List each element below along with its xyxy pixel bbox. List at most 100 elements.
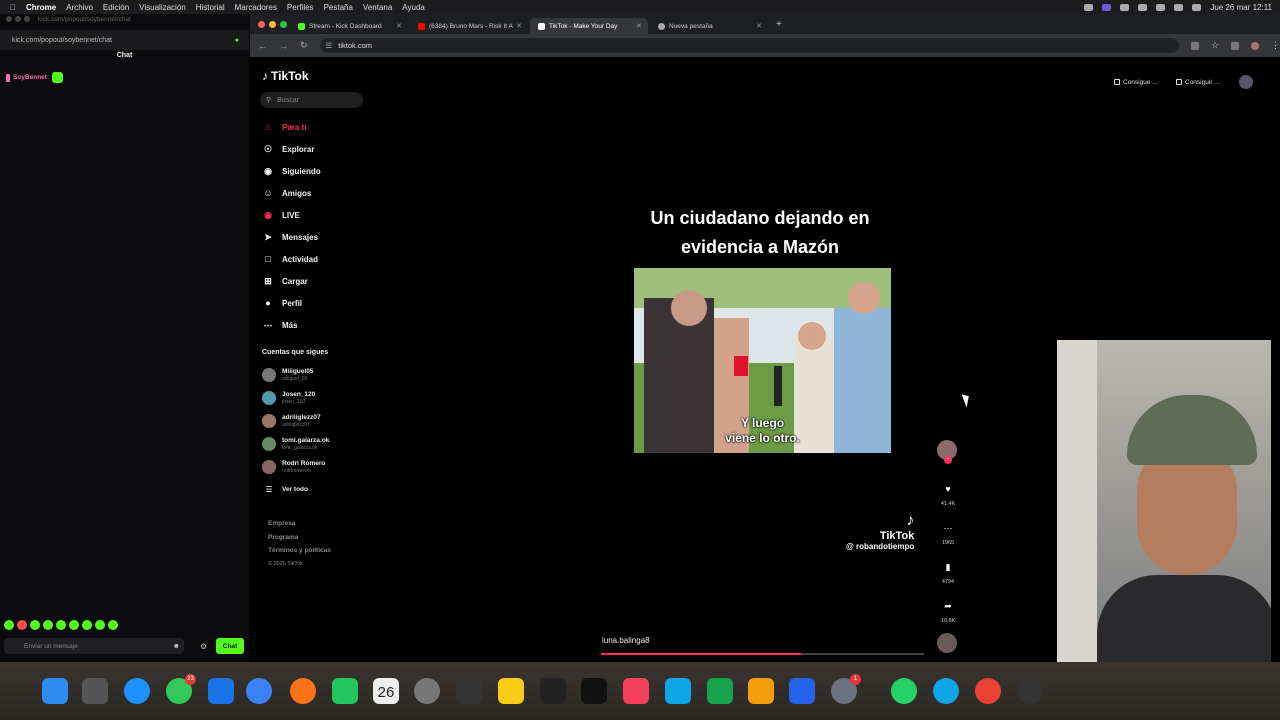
notes-icon[interactable]: [498, 678, 524, 704]
status-stream-icon[interactable]: [1102, 3, 1112, 11]
menu-historial[interactable]: Historial: [196, 3, 225, 12]
mail-icon[interactable]: [208, 678, 234, 704]
nav-explorar[interactable]: ☉ Explorar: [262, 143, 315, 155]
freeform-icon[interactable]: [540, 678, 566, 704]
site-info-icon[interactable]: ☰: [326, 41, 333, 50]
emote-icon[interactable]: [82, 620, 92, 630]
finder-icon[interactable]: [42, 678, 68, 704]
tab-new-tab[interactable]: Nueva pestaña ✕: [650, 18, 768, 34]
comment-icon[interactable]: ⋯: [939, 519, 957, 537]
forward-arrow-icon[interactable]: →: [279, 41, 288, 51]
minimize-window-button[interactable]: [269, 21, 276, 28]
nav-para-ti[interactable]: ⌂ Para ti: [262, 121, 306, 133]
tab-close-icon[interactable]: ✕: [516, 22, 522, 30]
photos-icon[interactable]: [290, 678, 316, 704]
status-battery-icon[interactable]: [1138, 3, 1148, 11]
emote-icon[interactable]: [56, 620, 66, 630]
menu-ventana[interactable]: Ventana: [363, 3, 392, 12]
status-wifi-icon[interactable]: [1156, 3, 1166, 11]
keynote-icon[interactable]: [665, 678, 691, 704]
emote-icon[interactable]: [43, 620, 53, 630]
zoom-window-button[interactable]: [280, 21, 287, 28]
user-avatar[interactable]: [1239, 75, 1253, 89]
bookmark-star-icon[interactable]: ☆: [1211, 40, 1219, 51]
chat-send-button[interactable]: Chat: [216, 638, 244, 654]
status-sync-icon[interactable]: [1120, 3, 1130, 11]
chat-message-input[interactable]: Enviar un mensaje ☻: [4, 638, 184, 654]
chat-username[interactable]: SoyBennet:: [13, 74, 49, 81]
window-close-dot[interactable]: [6, 16, 12, 22]
emoji-icon[interactable]: ☻: [173, 643, 180, 650]
emote-icon[interactable]: [69, 620, 79, 630]
menubar-clock[interactable]: Jue 26 mar 12:11: [1210, 3, 1272, 12]
pages-icon[interactable]: [748, 678, 774, 704]
chrome-menu-icon[interactable]: ⋮: [1271, 40, 1280, 51]
get-coins-button[interactable]: Consigue ...: [1114, 75, 1158, 89]
new-tab-plus-icon[interactable]: +: [776, 19, 782, 30]
menu-ayuda[interactable]: Ayuda: [402, 3, 425, 12]
like-action[interactable]: ♥ 41.4K: [936, 480, 960, 507]
nav-siguiendo[interactable]: ◉ Siguiendo: [262, 165, 321, 177]
heart-icon[interactable]: ♥: [939, 480, 957, 498]
apple-icon[interactable]: : [10, 3, 16, 12]
music-disc-avatar[interactable]: [937, 633, 957, 653]
tab-youtube[interactable]: (6384) Bruno Mars - Risk It A ✕: [410, 18, 528, 34]
nav-perfil[interactable]: ● Perfil: [262, 297, 302, 309]
following-account[interactable]: Rodri Romero rodriromeroo: [262, 460, 325, 474]
comment-action[interactable]: ⋯ 1965: [936, 519, 960, 547]
reminders-icon[interactable]: [456, 678, 482, 704]
video-player[interactable]: Y luego viene lo otro.: [634, 268, 891, 453]
close-window-button[interactable]: [258, 21, 265, 28]
back-arrow-icon[interactable]: ←: [258, 41, 267, 51]
tab-close-icon[interactable]: ✕: [756, 22, 762, 30]
following-account[interactable]: tomi.galarza.ok tomi_galarza.ok: [262, 437, 329, 451]
tab-close-icon[interactable]: ✕: [636, 22, 642, 30]
status-camera-icon[interactable]: [1084, 3, 1094, 11]
tiktok-logo[interactable]: ♪ TikTok: [262, 69, 309, 83]
menu-pestana[interactable]: Pestaña: [324, 3, 353, 12]
following-account[interactable]: Josen_120 josen_120: [262, 391, 315, 405]
emote-icon[interactable]: [95, 620, 105, 630]
video-username[interactable]: luna.balinga8: [602, 636, 650, 645]
app-store-icon[interactable]: [789, 678, 815, 704]
nav-actividad[interactable]: □ Actividad: [262, 253, 318, 265]
extensions-icon[interactable]: [1231, 41, 1240, 50]
nav-cargar[interactable]: ⊞ Cargar: [262, 275, 308, 287]
menu-perfiles[interactable]: Perfiles: [287, 3, 314, 12]
chat-settings-gear-icon[interactable]: ⚙: [200, 642, 207, 651]
profile-avatar-icon[interactable]: [1251, 41, 1260, 50]
emote-icon[interactable]: [30, 620, 40, 630]
share-action[interactable]: ➦ 10.8K: [936, 597, 960, 625]
emote-icon[interactable]: [108, 620, 118, 630]
menu-marcadores[interactable]: Marcadores: [235, 3, 277, 12]
chat-url-bar[interactable]: kick.com/popout/soybennet/chat ●: [0, 30, 249, 50]
tab-kick-dashboard[interactable]: Stream - Kick Dashboard ✕: [290, 18, 408, 34]
menu-edicion[interactable]: Edición: [103, 3, 129, 12]
bookmark-action[interactable]: ▮ 4794: [936, 558, 960, 586]
nav-amigos[interactable]: ☺ Amigos: [262, 187, 311, 199]
get-app-button[interactable]: Consiguir ...: [1176, 75, 1220, 89]
apple-tv-icon[interactable]: [581, 678, 607, 704]
obs-icon[interactable]: [1017, 678, 1043, 704]
install-app-icon[interactable]: [1190, 41, 1199, 50]
share-icon[interactable]: ➦: [939, 597, 957, 615]
following-account[interactable]: adriiiglezz07 adriiiglezz07: [262, 414, 321, 428]
chrome-app-icon[interactable]: [975, 678, 1001, 704]
menu-visualizacion[interactable]: Visualización: [139, 3, 186, 12]
contacts-icon[interactable]: [414, 678, 440, 704]
see-all-link[interactable]: ☰ Ver todo: [262, 485, 308, 494]
emote-icon[interactable]: [17, 620, 27, 630]
facetime-icon[interactable]: [332, 678, 358, 704]
status-search-icon[interactable]: [1174, 3, 1184, 11]
numbers-icon[interactable]: [707, 678, 733, 704]
video-progress-bar[interactable]: [601, 653, 924, 655]
music-icon[interactable]: [623, 678, 649, 704]
calendar-icon[interactable]: 26: [373, 678, 399, 704]
window-zoom-dot[interactable]: [24, 16, 30, 22]
tab-tiktok[interactable]: TikTok - Make Your Day ✕: [530, 18, 648, 34]
quicktime-icon[interactable]: [933, 678, 959, 704]
nav-mensajes[interactable]: ➤ Mensajes: [262, 231, 318, 243]
following-account[interactable]: Miiiguel05 miiiguel_05: [262, 368, 313, 382]
extension-icon[interactable]: ●: [235, 37, 239, 44]
maps-icon[interactable]: [246, 678, 272, 704]
